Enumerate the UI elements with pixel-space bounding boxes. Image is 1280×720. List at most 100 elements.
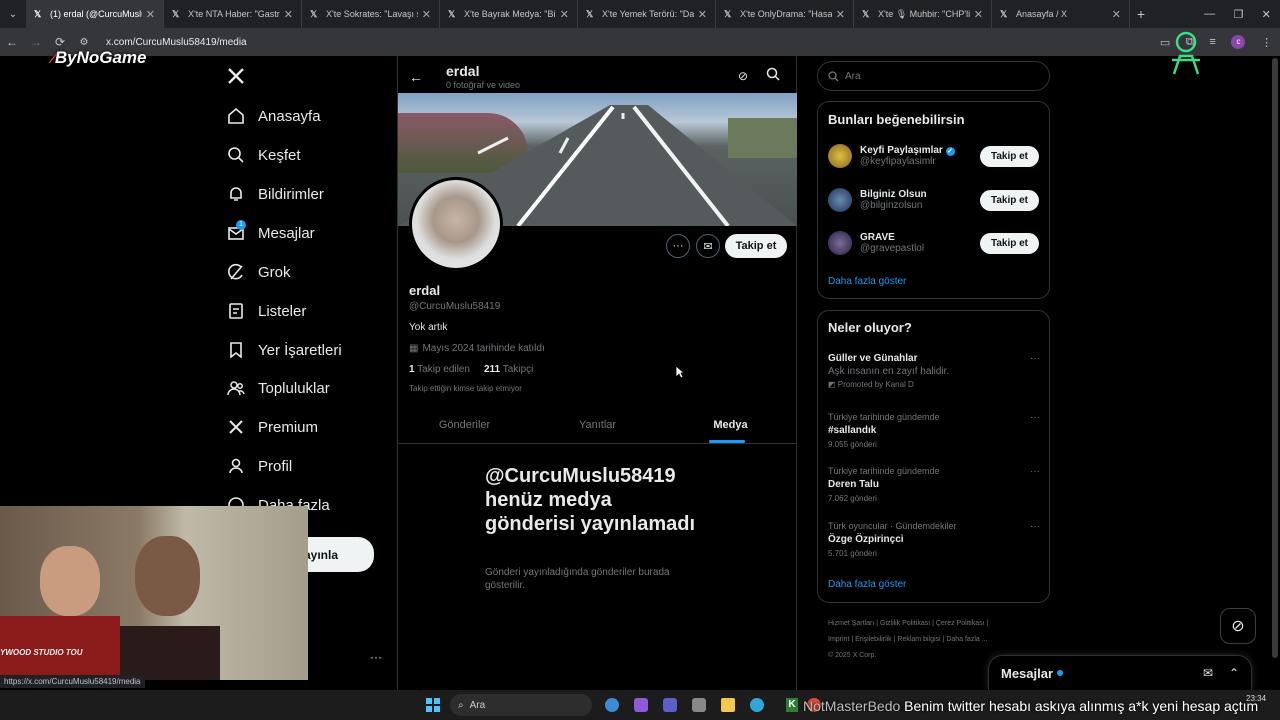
message-icon[interactable]: ✉ <box>696 234 720 258</box>
tab-posts[interactable]: Gönderiler <box>398 406 531 443</box>
tab-replies[interactable]: Yanıtlar <box>531 406 664 443</box>
close-tab-icon[interactable]: ✕ <box>1112 8 1121 21</box>
page-scrollbar[interactable] <box>1272 58 1278 658</box>
back-arrow-icon[interactable]: ← <box>409 69 423 85</box>
nav-grok[interactable]: Grok <box>226 257 291 287</box>
kick-logo-icon: K <box>786 698 798 712</box>
trend-more-icon[interactable]: ··· <box>1030 412 1040 423</box>
browser-tab[interactable]: 𝕏X'te Bayrak Medya: "Bir ac✕ <box>440 0 578 28</box>
forward-icon[interactable]: → <box>24 35 48 49</box>
nav-communities[interactable]: Topluluklar <box>226 373 330 403</box>
browser-tab[interactable]: 𝕏(1) erdal (@CurcuMuslu58419✕ <box>26 0 164 28</box>
url-text[interactable]: x.com/CurcuMuslu58419/media <box>106 37 247 48</box>
search-icon <box>828 70 839 81</box>
taskbar-search[interactable]: ⌕ Ara <box>450 694 592 716</box>
browser-tab[interactable]: 𝕏 X'te Yemek Terörü: "Dam ✕ <box>578 0 716 28</box>
close-tab-icon[interactable]: ✕ <box>698 8 707 21</box>
taskbar-app-icon[interactable] <box>634 698 648 712</box>
tab-search-icon[interactable]: ⌄ <box>0 9 26 20</box>
close-tab-icon[interactable]: ✕ <box>560 8 569 21</box>
nav-lists[interactable]: Listeler <box>226 296 306 326</box>
follow-button[interactable]: Takip et <box>980 146 1039 167</box>
empty-state-title: @CurcuMuslu58419 henüz medya gönderisi y… <box>485 465 696 535</box>
nav-bookmarks[interactable]: Yer İşaretleri <box>226 335 342 365</box>
x-favicon-icon: 𝕏 <box>1000 9 1008 19</box>
bynogame-logo: ⁄ByNoGame <box>52 48 147 67</box>
tab-media[interactable]: Medya <box>664 406 797 443</box>
nav-profile[interactable]: Profil <box>226 451 292 481</box>
browser-tab[interactable]: 𝕏 X'te NTA Haber: "Gastron ✕ <box>164 0 302 28</box>
show-more-link[interactable]: Daha fazla göster <box>828 276 906 287</box>
active-tab-indicator <box>709 440 745 443</box>
follow-button[interactable]: Takip et <box>980 233 1039 254</box>
follow-button[interactable]: Takip et <box>725 234 787 258</box>
taskbar-app-icon[interactable] <box>663 698 677 712</box>
avatar <box>828 188 852 212</box>
search-icon <box>226 145 246 165</box>
browser-tab-bar: ⌄ 𝕏(1) erdal (@CurcuMuslu58419✕ 𝕏X'te NT… <box>0 0 1280 28</box>
follow-button[interactable]: Takip et <box>980 190 1039 211</box>
menu-icon[interactable]: ⋮ <box>1261 36 1272 49</box>
bell-icon <box>226 184 246 204</box>
edge-icon[interactable] <box>750 698 764 712</box>
nav-explore[interactable]: Keşfet <box>226 140 301 170</box>
grok-float-button[interactable]: ⊘ <box>1220 608 1256 644</box>
profile-tabs: Gönderiler Yanıtlar Medya <box>398 406 797 444</box>
browser-tab[interactable]: 𝕏X'te OnlyDrama: "HasanA✕ <box>716 0 854 28</box>
trend-more-icon[interactable]: ··· <box>1030 521 1040 532</box>
profile-column: ← erdal 0 fotoğraf ve video ⊘ ··· ✉ Taki… <box>397 56 797 690</box>
close-tab-icon[interactable]: ✕ <box>422 8 431 21</box>
nav-notifications[interactable]: Bildirimler <box>226 179 324 209</box>
search-input[interactable]: Ara <box>817 61 1050 91</box>
site-info-icon[interactable]: ⚙ <box>72 37 96 48</box>
browser-tab[interactable]: 𝕏 X'te 🎙 Muhbir: "CHP'li V ✕ <box>854 0 992 28</box>
close-tab-icon[interactable]: ✕ <box>974 8 983 21</box>
following-link[interactable]: 1 Takip edilen <box>409 364 470 375</box>
x-logo-icon[interactable] <box>227 67 245 85</box>
profile-avatar[interactable] <box>409 177 503 271</box>
folder-icon[interactable] <box>721 698 735 712</box>
account-more-icon[interactable]: ··· <box>370 650 382 664</box>
expand-icon[interactable]: ⌃ <box>1229 666 1239 680</box>
close-window-icon[interactable]: ✕ <box>1262 8 1271 21</box>
grok-header-icon[interactable]: ⊘ <box>738 69 748 83</box>
x-favicon-icon: 𝕏 <box>310 9 318 19</box>
browser-tab[interactable]: 𝕏 Anasayfa / X ✕ <box>992 0 1130 28</box>
messages-drawer[interactable]: Mesajlar ✉ ⌃ <box>988 655 1252 690</box>
nav-messages[interactable]: 1 Mesajlar <box>226 218 315 248</box>
close-tab-icon[interactable]: ✕ <box>284 8 293 21</box>
avatar[interactable]: c <box>1231 35 1246 49</box>
media-icon[interactable]: ≡ <box>1209 36 1215 48</box>
followers-link[interactable]: 211 Takipçi <box>484 364 533 375</box>
avatar <box>828 144 852 168</box>
nav-home[interactable]: Anasayfa <box>226 101 321 131</box>
close-tab-icon[interactable]: ✕ <box>146 8 155 21</box>
empty-state-body: Gönderi yayınladığında gönderiler burada… <box>485 567 670 591</box>
trend-item[interactable]: Güller ve Günahlar Aşk insanın en zayıf … <box>828 353 1040 389</box>
new-message-icon[interactable]: ✉ <box>1203 666 1213 680</box>
taskbar-app-icon[interactable] <box>692 698 706 712</box>
more-options-icon[interactable]: ··· <box>666 234 690 258</box>
trend-more-icon[interactable]: ··· <box>1030 466 1040 477</box>
taskbar-app-icon[interactable] <box>605 698 619 712</box>
reload-icon[interactable]: ⟳ <box>48 35 72 49</box>
close-tab-icon[interactable]: ✕ <box>836 8 845 21</box>
guest-shirt <box>120 626 220 680</box>
trend-item[interactable]: Türkiye tarihinde gündemde #sallandık 9.… <box>828 412 1040 449</box>
browser-tab[interactable]: 𝕏X'te Sokrates: "Lavaşı sos✕ <box>302 0 440 28</box>
x-favicon-icon: 𝕏 <box>724 9 732 19</box>
new-tab-button[interactable]: + <box>1130 6 1152 22</box>
nav-premium[interactable]: Premium <box>226 412 318 442</box>
home-icon <box>226 106 246 126</box>
x-favicon-icon: 𝕏 <box>34 9 42 19</box>
show-more-link[interactable]: Daha fazla göster <box>828 579 906 590</box>
windows-start-icon[interactable] <box>426 698 440 712</box>
minimize-icon[interactable]: — <box>1204 8 1215 20</box>
trend-more-icon[interactable]: ··· <box>1030 353 1040 364</box>
trend-item[interactable]: Türk oyuncular · Gündemdekiler Özge Özpi… <box>828 521 1040 558</box>
trend-item[interactable]: Türkiye tarihinde gündemde Deren Talu 7.… <box>828 466 1040 503</box>
back-icon[interactable]: ← <box>0 35 24 49</box>
trends-panel: Neler oluyor? Güller ve Günahlar Aşk ins… <box>817 310 1050 603</box>
restore-icon[interactable]: ❐ <box>1233 8 1243 21</box>
search-header-icon[interactable] <box>766 67 780 86</box>
